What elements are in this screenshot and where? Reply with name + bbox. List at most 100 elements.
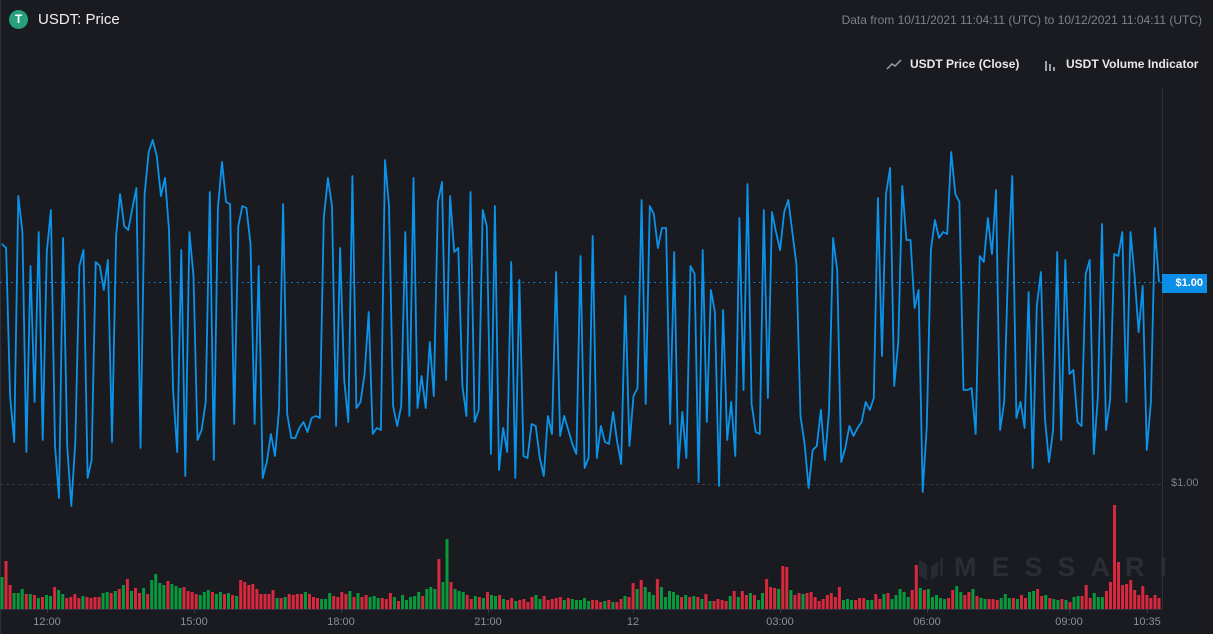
volume-bar — [587, 601, 591, 609]
price-point — [168, 229, 170, 231]
price-point — [771, 211, 773, 213]
volume-bar — [4, 561, 8, 609]
volume-bar — [1007, 598, 1011, 609]
price-point — [604, 441, 606, 443]
volume-bar — [469, 599, 473, 609]
volume-bar — [146, 594, 150, 609]
volume-bar — [352, 597, 356, 609]
price-point — [1044, 417, 1046, 419]
volume-bar — [486, 592, 489, 609]
price-point — [245, 207, 248, 209]
price-point — [86, 477, 89, 479]
volume-bar — [959, 592, 963, 609]
volume-bar — [1032, 591, 1036, 609]
volume-bar — [1092, 593, 1096, 609]
volume-bar — [20, 589, 24, 609]
volume-bar — [449, 582, 453, 609]
volume-bar — [704, 594, 708, 609]
volume-bar — [223, 594, 226, 609]
price-point — [21, 231, 23, 233]
volume-bar — [1117, 562, 1120, 609]
price-point — [384, 159, 386, 161]
volume-bar — [61, 594, 65, 609]
volume-bar — [785, 567, 789, 609]
volume-bar — [526, 602, 530, 609]
volume-bar — [162, 585, 166, 609]
price-point — [290, 437, 292, 439]
volume-bar — [194, 594, 198, 609]
volume-bar — [28, 594, 32, 609]
price-point — [253, 423, 256, 425]
volume-bar — [287, 594, 291, 609]
price-point — [803, 443, 806, 445]
price-point — [832, 237, 834, 239]
price-point — [946, 233, 948, 235]
price-point — [869, 409, 871, 411]
x-tick-label: 12 — [626, 616, 640, 628]
price-point — [718, 485, 720, 487]
price-point — [437, 201, 439, 203]
volume-bar — [1024, 598, 1027, 609]
price-point — [734, 455, 736, 457]
volume-bar — [57, 590, 61, 609]
price-point — [636, 387, 639, 389]
price-point — [339, 247, 341, 249]
volume-bar — [688, 597, 692, 609]
volume-bar — [627, 597, 631, 609]
price-point — [1133, 275, 1136, 277]
volume-bar — [801, 594, 805, 609]
price-point — [180, 249, 182, 251]
price-point — [571, 443, 573, 445]
price-point — [404, 231, 406, 233]
x-tick-label: 15:00 — [180, 616, 208, 628]
price-point — [889, 167, 891, 169]
volume-bar — [700, 599, 704, 609]
volume-bar — [728, 596, 732, 609]
price-point — [441, 181, 443, 183]
volume-bar — [320, 599, 324, 609]
price-point — [934, 219, 936, 221]
price-point — [726, 439, 728, 441]
volume-bar — [1011, 598, 1015, 609]
volume-bar — [603, 601, 607, 609]
volume-bar — [1003, 594, 1007, 609]
price-point — [575, 453, 578, 455]
volume-bar — [453, 589, 457, 609]
volume-bar — [971, 589, 975, 609]
volume-bar — [279, 598, 283, 609]
volume-bar — [12, 593, 16, 609]
volume-bar — [1080, 596, 1084, 609]
price-point — [795, 263, 798, 265]
price-point — [103, 289, 105, 291]
price-point — [1080, 425, 1083, 427]
price-point — [176, 451, 178, 453]
price-point — [616, 441, 618, 443]
volume-bar — [125, 579, 129, 609]
price-point — [262, 477, 264, 479]
volume-bar — [121, 585, 125, 609]
volume-bar — [324, 599, 328, 609]
volume-bar — [275, 598, 279, 609]
price-point — [710, 289, 712, 291]
price-point — [380, 429, 382, 431]
price-point — [579, 255, 582, 257]
price-point — [779, 249, 781, 251]
volume-bar — [732, 591, 736, 609]
price-point — [237, 225, 239, 227]
volume-bar — [190, 592, 194, 609]
volume-bar — [858, 598, 862, 609]
volume-bar — [308, 594, 311, 609]
price-point — [1007, 259, 1009, 261]
volume-bar — [1133, 590, 1137, 609]
price-point — [1015, 417, 1018, 419]
price-point — [482, 209, 484, 211]
price-point — [205, 401, 207, 403]
price-point — [486, 225, 488, 227]
price-point — [127, 229, 129, 231]
price-point — [1158, 281, 1160, 283]
price-point — [164, 177, 166, 179]
volume-bar — [295, 594, 299, 609]
price-point — [856, 427, 859, 429]
volume-bar — [866, 600, 870, 609]
volume-bar — [611, 602, 615, 609]
